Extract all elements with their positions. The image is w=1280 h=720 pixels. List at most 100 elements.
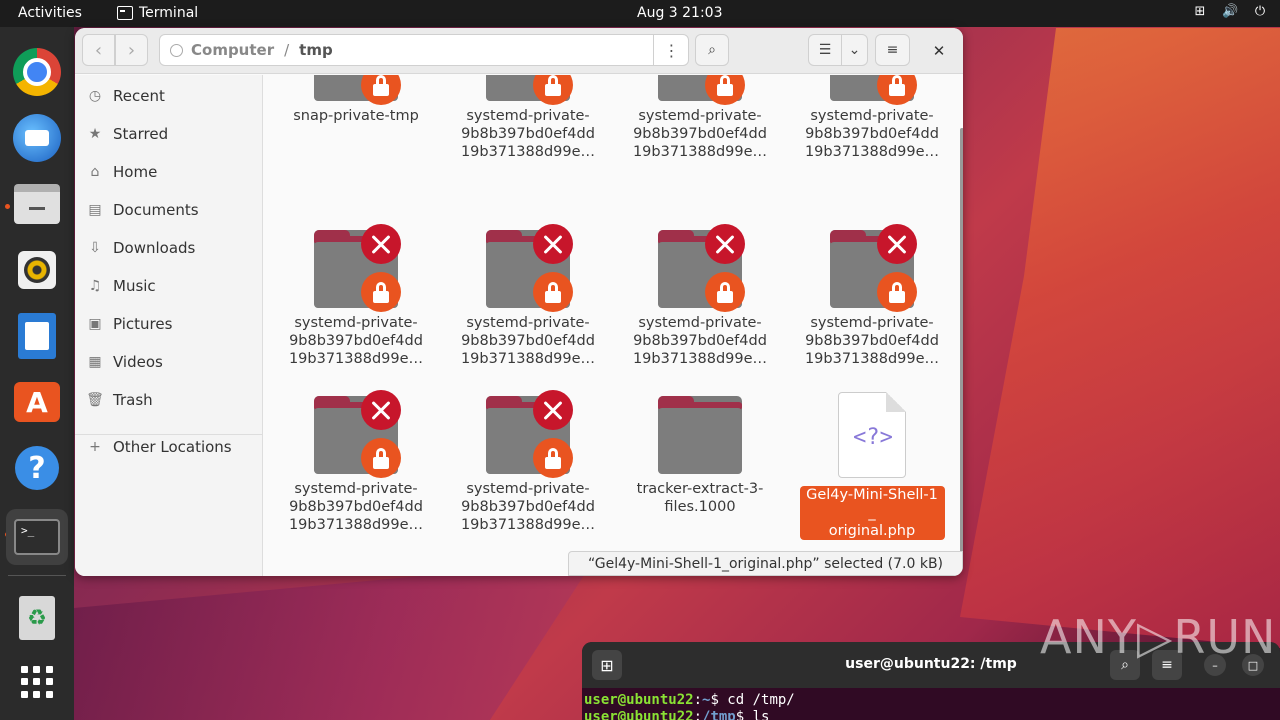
sidebar-item-trash[interactable]: 🗑 Trash xyxy=(86,385,153,415)
kebab-icon: ⋮ xyxy=(663,40,680,60)
sidebar-item-label: Documents xyxy=(113,201,199,219)
sidebar-item-home[interactable]: ⌂ Home xyxy=(87,157,158,187)
sidebar-item-videos[interactable]: ▦ Videos xyxy=(87,347,162,377)
file-label: tracker-extract-3- files.1000 xyxy=(636,481,764,515)
folder-item[interactable]: tracker-extract-3- files.1000 xyxy=(620,396,780,516)
show-apps-icon[interactable] xyxy=(12,657,62,707)
system-tray[interactable]: ⊞ 🔊 ⏻ xyxy=(1192,4,1268,19)
app-center-icon[interactable]: A xyxy=(12,377,62,427)
document-icon: ▤ xyxy=(88,202,102,218)
folder-item[interactable]: systemd-private- 9b8b397bd0ef4dd 19b371388… xyxy=(792,224,952,368)
wallpaper-accent xyxy=(960,28,1280,648)
path-root[interactable]: Computer xyxy=(191,41,274,59)
sidebar-item-recent[interactable]: ◷ Recent xyxy=(87,81,165,111)
file-label: systemd-private- 9b8b397bd0ef4dd 19b371388… xyxy=(288,315,424,367)
back-button[interactable]: ‹ xyxy=(82,34,115,66)
folder-item[interactable]: systemd-private- 9b8b397bd0ef4dd 19b371388… xyxy=(276,224,436,368)
lock-icon xyxy=(361,438,401,478)
path-bar[interactable]: Computer / tmp xyxy=(159,34,689,66)
close-button[interactable]: ✕ xyxy=(928,40,950,62)
folder-item[interactable]: systemd-private- 9b8b397bd0ef4dd 19b371388… xyxy=(276,390,436,534)
sidebar-item-label: Starred xyxy=(113,125,169,143)
running-indicator xyxy=(5,204,10,209)
activities-button[interactable]: Activities xyxy=(18,5,82,21)
error-x-icon xyxy=(533,224,573,264)
folder-icon xyxy=(486,75,573,105)
error-x-icon xyxy=(361,224,401,264)
sidebar-item-music[interactable]: ♫ Music xyxy=(87,271,156,301)
volume-icon[interactable]: 🔊 xyxy=(1222,4,1238,19)
path-current[interactable]: tmp xyxy=(299,41,333,59)
sidebar-item-label: Trash xyxy=(113,391,153,409)
close-icon: ✕ xyxy=(932,42,946,60)
sidebar-item-label: Music xyxy=(113,277,156,295)
folder-icon xyxy=(830,224,917,312)
libreoffice-writer-icon[interactable] xyxy=(12,311,62,361)
file-grid: snap-private-tmp systemd-private- 9b8b397… xyxy=(264,75,963,576)
terminal-output[interactable]: user@ubuntu22:~$ cd /tmp/user@ubuntu22:/… xyxy=(584,692,795,720)
sidebar-item-pictures[interactable]: ▣ Pictures xyxy=(87,309,172,339)
folder-icon xyxy=(830,75,917,105)
folder-item[interactable]: systemd-private- 9b8b397bd0ef4dd 19b371388… xyxy=(620,75,780,161)
lock-icon xyxy=(705,272,745,312)
search-icon: ⌕ xyxy=(708,42,716,58)
sidebar-item-label: Downloads xyxy=(113,239,196,257)
folder-item[interactable]: snap-private-tmp xyxy=(276,75,436,125)
sidebar-item-downloads[interactable]: ⇩ Downloads xyxy=(87,233,195,263)
plus-icon: + xyxy=(89,439,101,455)
rhythmbox-icon[interactable] xyxy=(12,245,62,295)
power-icon[interactable]: ⏻ xyxy=(1252,4,1268,19)
header-bar: ‹ › Computer / tmp ⋮ ⌕ ☰ ⌄ ≡ ✕ xyxy=(75,28,963,74)
folder-item[interactable]: systemd-private- 9b8b397bd0ef4dd 19b371388… xyxy=(620,224,780,368)
file-label: systemd-private- 9b8b397bd0ef4dd 19b371388… xyxy=(632,108,768,160)
file-manager-window: ‹ › Computer / tmp ⋮ ⌕ ☰ ⌄ ≡ ✕ ◷ Recent ★… xyxy=(75,28,963,576)
music-icon: ♫ xyxy=(88,278,102,294)
sidebar-item-label: Pictures xyxy=(113,315,173,333)
file-label: systemd-private- 9b8b397bd0ef4dd 19b371388… xyxy=(460,481,596,533)
folder-icon xyxy=(486,224,573,312)
network-icon[interactable]: ⊞ xyxy=(1192,4,1208,19)
view-options-button[interactable]: ⌄ xyxy=(841,34,868,66)
terminal-icon[interactable]: >_ xyxy=(6,509,68,565)
app-name: Terminal xyxy=(139,5,199,21)
folder-icon xyxy=(486,390,573,478)
dock-separator xyxy=(8,575,66,576)
files-icon[interactable] xyxy=(12,179,62,229)
list-view-button[interactable]: ☰ xyxy=(808,34,842,66)
file-label: snap-private-tmp xyxy=(293,108,419,124)
clock[interactable]: Aug 3 21:03 xyxy=(637,5,723,21)
lock-icon xyxy=(877,272,917,312)
error-x-icon xyxy=(705,224,745,264)
folder-item[interactable]: systemd-private- 9b8b397bd0ef4dd 19b371388… xyxy=(448,75,608,161)
top-bar: Activities Terminal Aug 3 21:03 ⊞ 🔊 ⏻ xyxy=(0,0,1280,27)
file-label: systemd-private- 9b8b397bd0ef4dd 19b371388… xyxy=(804,315,940,367)
error-x-icon xyxy=(877,224,917,264)
sidebar: ◷ Recent ★ Starred ⌂ Home ▤ Documents ⇩ Downl… xyxy=(75,75,263,576)
scrollbar[interactable] xyxy=(960,128,963,576)
status-bar: “Gel4y-Mini-Shell-1_original.php” select… xyxy=(568,551,963,576)
folder-item[interactable]: systemd-private- 9b8b397bd0ef4dd 19b371388… xyxy=(448,224,608,368)
folder-item[interactable]: systemd-private- 9b8b397bd0ef4dd 19b371388… xyxy=(448,390,608,534)
forward-button[interactable]: › xyxy=(115,34,148,66)
star-icon: ★ xyxy=(88,126,102,142)
sidebar-item-documents[interactable]: ▤ Documents xyxy=(87,195,199,225)
path-separator: / xyxy=(284,41,290,59)
anyrun-watermark: ANY▷RUN xyxy=(1040,610,1277,664)
sidebar-item-other-locations[interactable]: + Other Locations xyxy=(87,432,232,462)
search-button[interactable]: ⌕ xyxy=(695,34,729,66)
chrome-icon[interactable] xyxy=(12,47,62,97)
file-label: systemd-private- 9b8b397bd0ef4dd 19b371388… xyxy=(460,108,596,160)
help-icon[interactable]: ? xyxy=(12,443,62,493)
hamburger-icon: ≡ xyxy=(886,42,899,58)
sidebar-item-starred[interactable]: ★ Starred xyxy=(87,119,168,149)
chevron-left-icon: ‹ xyxy=(94,39,103,61)
folder-item[interactable]: systemd-private- 9b8b397bd0ef4dd 19b371388… xyxy=(792,75,952,161)
chevron-right-icon: › xyxy=(127,39,136,61)
thunderbird-icon[interactable] xyxy=(12,113,62,163)
file-item-selected[interactable]: <?> Gel4y-Mini-Shell-1_ original.php xyxy=(792,392,952,540)
folder-icon xyxy=(314,390,401,478)
path-menu-button[interactable]: ⋮ xyxy=(653,34,689,66)
trash-icon[interactable]: ♻ xyxy=(12,593,62,643)
main-menu-button[interactable]: ≡ xyxy=(875,34,910,66)
app-menu[interactable]: Terminal xyxy=(117,5,198,21)
